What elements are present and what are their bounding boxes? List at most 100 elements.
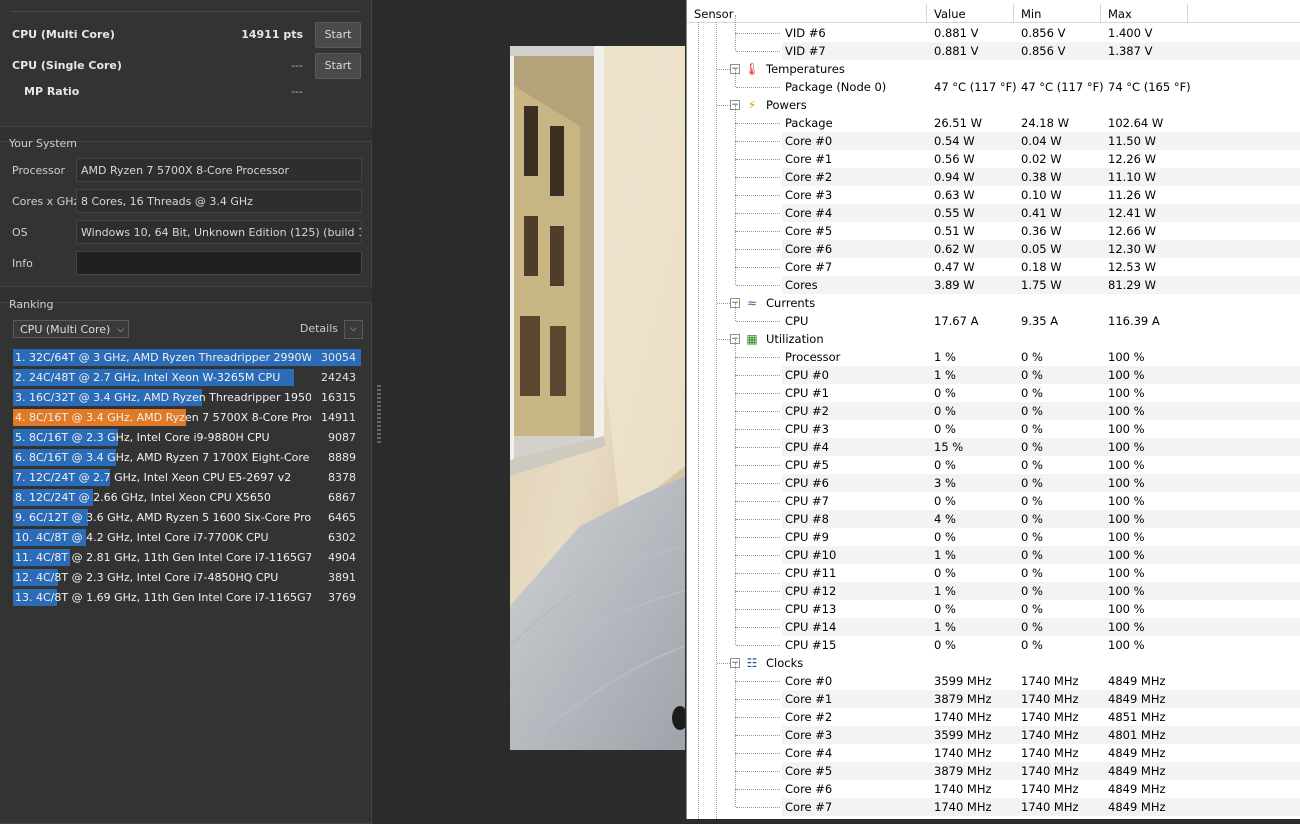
ranking-item-label: 8. 12C/24T @ 2.66 GHz, Intel Xeon CPU X5… <box>15 491 271 504</box>
sensor-value: 0.62 W <box>934 242 975 256</box>
sensor-max: 100 % <box>1108 584 1145 598</box>
sensor-value: 0 % <box>934 494 956 508</box>
column-divider[interactable] <box>926 4 927 22</box>
column-value[interactable]: Value <box>934 7 966 21</box>
ranking-item[interactable]: 7. 12C/24T @ 2.7 GHz, Intel Xeon CPU E5-… <box>13 469 361 486</box>
sensor-max: 100 % <box>1108 602 1145 616</box>
sensor-max: 100 % <box>1108 404 1145 418</box>
sensor-name: CPU #10 <box>785 548 837 562</box>
sensor-name: Core #1 <box>785 152 833 166</box>
sensor-min: 1740 MHz <box>1021 782 1079 796</box>
sensor-value: 0 % <box>934 638 956 652</box>
processor-field[interactable]: AMD Ryzen 7 5700X 8-Core Processor <box>76 158 362 182</box>
tree-connector <box>736 573 780 574</box>
ranking-item[interactable]: 2. 24C/48T @ 2.7 GHz, Intel Xeon W-3265M… <box>13 369 361 386</box>
tree-guide-line <box>735 717 736 735</box>
ranking-item-label: 5. 8C/16T @ 2.3 GHz, Intel Core i9-9880H… <box>15 431 270 444</box>
tree-guide-line <box>735 447 736 465</box>
sensor-name: Core #2 <box>785 710 833 724</box>
sensor-name: Core #3 <box>785 188 833 202</box>
mp-ratio-label: MP Ratio <box>24 85 80 98</box>
sensor-group-temperatures[interactable]: − 🌡 Temperatures <box>687 60 1300 78</box>
sensor-min: 1740 MHz <box>1021 674 1079 688</box>
os-field[interactable]: Windows 10, 64 Bit, Unknown Edition (125… <box>76 220 362 244</box>
tree-guide-line <box>735 681 736 699</box>
single-core-start-button[interactable]: Start <box>315 53 361 79</box>
details-toggle-button[interactable]: ⌵ <box>344 320 363 339</box>
sensor-max: 12.41 W <box>1108 206 1156 220</box>
sensor-min: 0 % <box>1021 440 1043 454</box>
tree-guide-line <box>735 105 736 123</box>
tree-connector <box>736 321 780 322</box>
tree-connector <box>736 213 780 214</box>
sensor-max: 74 °C (165 °F) <box>1108 80 1191 94</box>
sensor-value: 3879 MHz <box>934 692 992 706</box>
ranking-item[interactable]: 13. 4C/8T @ 1.69 GHz, 11th Gen Intel Cor… <box>13 589 361 606</box>
tree-connector <box>736 501 780 502</box>
sensor-name: CPU #4 <box>785 440 829 454</box>
tree-connector <box>736 537 780 538</box>
sensor-group-clocks[interactable]: − ☷ Clocks <box>687 654 1300 672</box>
ranking-item[interactable]: 5. 8C/16T @ 2.3 GHz, Intel Core i9-9880H… <box>13 429 361 446</box>
cores-field[interactable]: 8 Cores, 16 Threads @ 3.4 GHz <box>76 189 362 213</box>
ranking-item-score: 16315 <box>321 391 356 404</box>
sensor-max: 11.26 W <box>1108 188 1156 202</box>
column-sensor[interactable]: Sensor <box>694 7 733 21</box>
ranking-item[interactable]: 8. 12C/24T @ 2.66 GHz, Intel Xeon CPU X5… <box>13 489 361 506</box>
tree-connector <box>736 267 780 268</box>
ranking-item[interactable]: 9. 6C/12T @ 3.6 GHz, AMD Ryzen 5 1600 Si… <box>13 509 361 526</box>
sensor-name: CPU #12 <box>785 584 837 598</box>
tree-guide-line <box>735 393 736 411</box>
sensor-group-utilization[interactable]: − ▦ Utilization <box>687 330 1300 348</box>
ranking-item-score: 14911 <box>321 411 356 424</box>
os-key: OS <box>12 226 28 239</box>
sensor-value: 1 % <box>934 368 956 382</box>
splitter-handle[interactable] <box>377 385 381 445</box>
ranking-item[interactable]: 1. 32C/64T @ 3 GHz, AMD Ryzen Threadripp… <box>13 349 361 366</box>
multi-core-row: CPU (Multi Core) 14911 pts Start <box>12 22 361 48</box>
ranking-dropdown[interactable]: CPU (Multi Core) ⌵ <box>13 320 129 338</box>
sensor-max: 100 % <box>1108 350 1145 364</box>
ranking-item[interactable]: 10. 4C/8T @ 4.2 GHz, Intel Core i7-7700K… <box>13 529 361 546</box>
column-min[interactable]: Min <box>1021 7 1041 21</box>
ranking-item[interactable]: 6. 8C/16T @ 3.4 GHz, AMD Ryzen 7 1700X E… <box>13 449 361 466</box>
ranking-item[interactable]: 12. 4C/8T @ 2.3 GHz, Intel Core i7-4850H… <box>13 569 361 586</box>
ranking-item[interactable]: 11. 4C/8T @ 2.81 GHz, 11th Gen Intel Cor… <box>13 549 361 566</box>
info-field[interactable] <box>76 251 362 275</box>
tree-guide-line <box>735 177 736 195</box>
tree-connector <box>717 663 730 664</box>
column-divider[interactable] <box>1100 4 1101 22</box>
tree-connector <box>736 411 780 412</box>
sensor-name: Core #5 <box>785 764 833 778</box>
ranking-item-label: 4. 8C/16T @ 3.4 GHz, AMD Ryzen 7 5700X 8… <box>15 411 311 424</box>
sensor-name: Cores <box>785 278 818 292</box>
column-divider[interactable] <box>1187 4 1188 22</box>
tree-connector <box>736 753 780 754</box>
ranking-item-label: 1. 32C/64T @ 3 GHz, AMD Ryzen Threadripp… <box>15 351 311 364</box>
sensor-min: 0.04 W <box>1021 134 1062 148</box>
tree-connector <box>736 231 780 232</box>
sensor-value: 0 % <box>934 422 956 436</box>
tree-guide-line <box>735 303 736 321</box>
tree-connector <box>736 429 780 430</box>
sensor-group-powers[interactable]: − ⚡ Powers <box>687 96 1300 114</box>
ranking-item[interactable]: 4. 8C/16T @ 3.4 GHz, AMD Ryzen 7 5700X 8… <box>13 409 361 426</box>
tree-connector <box>736 789 780 790</box>
tree-guide-line <box>735 519 736 537</box>
column-max[interactable]: Max <box>1108 7 1132 21</box>
sensor-group-currents[interactable]: − ≈ Currents <box>687 294 1300 312</box>
tree-guide-line <box>735 249 736 267</box>
tree-guide-line <box>735 753 736 771</box>
ranking-item[interactable]: 3. 16C/32T @ 3.4 GHz, AMD Ryzen Threadri… <box>13 389 361 406</box>
sensor-name: CPU #13 <box>785 602 837 616</box>
ranking-title: Ranking <box>9 298 54 311</box>
sensor-min: 0.856 V <box>1021 44 1066 58</box>
sensor-value: 47 °C (117 °F) <box>934 80 1017 94</box>
tree-connector <box>717 69 730 70</box>
sensor-value: 1 % <box>934 548 956 562</box>
tree-connector <box>736 249 780 250</box>
column-divider[interactable] <box>1013 4 1014 22</box>
multi-core-start-button[interactable]: Start <box>315 22 361 48</box>
tree-connector <box>736 807 780 808</box>
sensor-value: 0.94 W <box>934 170 975 184</box>
